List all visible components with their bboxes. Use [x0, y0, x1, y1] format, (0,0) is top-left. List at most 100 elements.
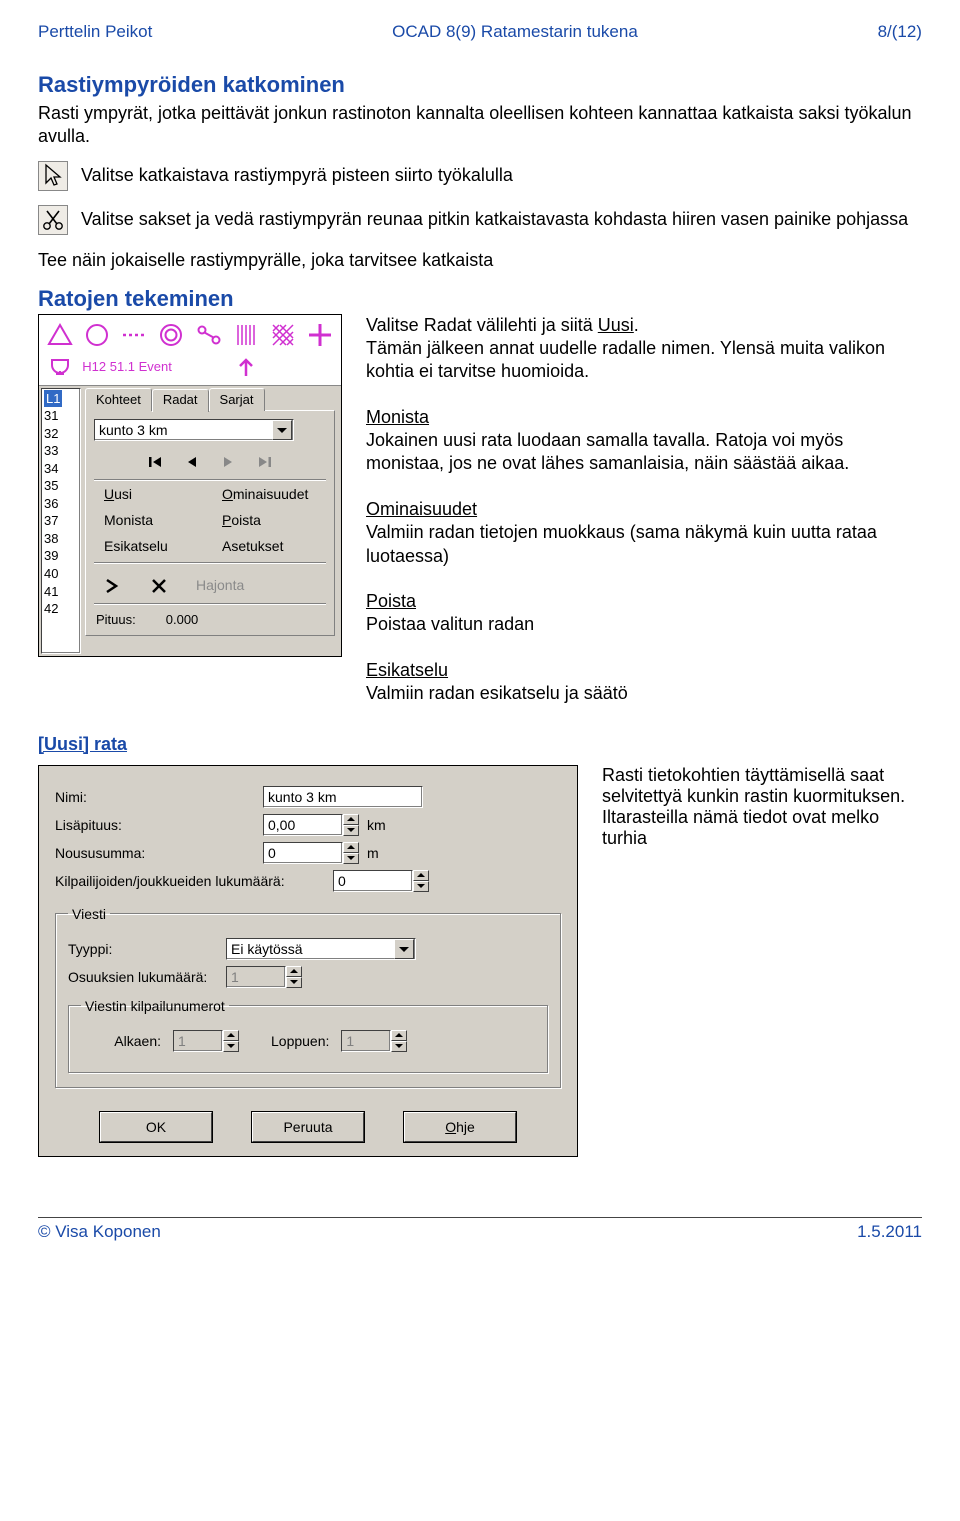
combo-dropdown-button[interactable] [394, 939, 414, 959]
list-item[interactable]: 31 [44, 407, 80, 425]
spin-down-icon[interactable] [343, 853, 359, 864]
label-loppuen: Loppuen: [271, 1033, 329, 1049]
section1-title: Rastiympyröiden katkominen [38, 72, 922, 98]
spin-up-icon [223, 1030, 239, 1041]
tab-radat[interactable]: Radat [152, 389, 209, 412]
last-icon[interactable] [257, 455, 271, 469]
viesti-group: Viesti Tyyppi: Ei käytössä Osuuksien luk… [55, 906, 561, 1088]
tab-kohteet[interactable]: Kohteet [85, 388, 152, 411]
spin-down-icon[interactable] [343, 825, 359, 836]
list-item[interactable]: 37 [44, 512, 80, 530]
new-course-dialog: Nimi: kunto 3 km Lisäpituus: 0,00 km Nou… [38, 765, 578, 1157]
footer-right: 1.5.2011 [857, 1222, 922, 1242]
label-lisapituus: Lisäpituus: [55, 817, 255, 833]
page-header: Perttelin Peikot OCAD 8(9) Ratamestarin … [38, 22, 922, 42]
list-item[interactable]: 32 [44, 425, 80, 443]
list-item[interactable]: 38 [44, 530, 80, 548]
menu-monista[interactable]: Monista [104, 512, 198, 528]
input-nousu[interactable]: 0 [263, 842, 359, 864]
symbol-hatch2-icon[interactable] [265, 319, 302, 351]
tab-sarjat[interactable]: Sarjat [209, 388, 265, 411]
kilpailunumerot-group: Viestin kilpailunumerot Alkaen: 1 Loppue… [68, 998, 548, 1073]
list-item[interactable]: 34 [44, 460, 80, 478]
uusi-rata-title: [Uusi] rata [38, 734, 922, 755]
list-item[interactable]: 40 [44, 565, 80, 583]
kilpailunumerot-legend: Viestin kilpailunumerot [81, 998, 229, 1014]
course-panel: H12 51.1 Event L1 31 32 33 34 35 36 37 3… [38, 314, 342, 657]
footer-left: © Visa Koponen [38, 1222, 161, 1242]
combo-value: kunto 3 km [99, 422, 167, 438]
desc-ominaisuudet: Ominaisuudet Valmiin radan tietojen muok… [366, 498, 922, 568]
symbol-triangle-icon[interactable] [41, 319, 78, 351]
spin-up-icon[interactable] [343, 814, 359, 825]
desc-esikatselu: Esikatselu Valmiin radan esikatselu ja s… [366, 659, 922, 706]
symbol-hatch1-icon[interactable] [227, 319, 264, 351]
spin-down-icon[interactable] [413, 881, 429, 892]
uusi-rata-note: Rasti tietokohtien täyttämisellä saat se… [602, 759, 922, 849]
viesti-legend: Viesti [68, 906, 110, 922]
menu-grid: Uusi Ominaisuudet Monista Poista Esikats… [104, 486, 316, 554]
length-label: Pituus: [96, 612, 136, 627]
spin-up-icon[interactable] [413, 870, 429, 881]
pointer-tool-icon [38, 161, 68, 191]
combo-dropdown-button[interactable] [272, 420, 292, 440]
header-left: Perttelin Peikot [38, 22, 152, 42]
spin-up-icon[interactable] [343, 842, 359, 853]
menu-esikatselu[interactable]: Esikatselu [104, 538, 198, 554]
input-alkaen: 1 [173, 1030, 239, 1052]
symbol-route-icon[interactable] [190, 319, 227, 351]
next-icon[interactable] [221, 455, 235, 469]
symbol-circle-icon[interactable] [78, 319, 115, 351]
unit-m: m [367, 845, 379, 861]
desc-intro: Valitse Radat välilehti ja siitä Uusi. T… [366, 314, 922, 384]
next-arrow-icon[interactable] [104, 577, 122, 595]
menu-uusi[interactable]: Uusi [104, 486, 198, 502]
menu-asetukset[interactable]: Asetukset [222, 538, 316, 554]
prev-icon[interactable] [185, 455, 199, 469]
spin-up-icon [286, 966, 302, 977]
list-item[interactable]: 35 [44, 477, 80, 495]
symbol-arrow-up-icon[interactable] [227, 351, 264, 383]
length-value: 0.000 [166, 612, 199, 627]
items-listbox[interactable]: L1 31 32 33 34 35 36 37 38 39 40 41 42 [41, 388, 81, 654]
input-loppuen: 1 [341, 1030, 407, 1052]
label-osuudet: Osuuksien lukumäärä: [68, 969, 218, 985]
input-kilp[interactable]: 0 [333, 870, 429, 892]
symbol-text-icon[interactable]: H12 51.1 Event [78, 351, 227, 383]
input-nimi[interactable]: kunto 3 km [263, 786, 423, 808]
symbol-cup-icon[interactable] [41, 351, 78, 383]
label-alkaen: Alkaen: [81, 1033, 161, 1049]
section1-p3: Tee näin jokaiselle rastiympyrälle, joka… [38, 249, 922, 272]
label-tyyppi: Tyyppi: [68, 941, 218, 957]
cancel-button[interactable]: Peruuta [252, 1112, 364, 1142]
first-icon[interactable] [149, 455, 163, 469]
list-item[interactable]: 33 [44, 442, 80, 460]
ok-button[interactable]: OK [100, 1112, 212, 1142]
menu-ominaisuudet[interactable]: Ominaisuudet [222, 486, 316, 502]
menu-poista[interactable]: Poista [222, 512, 316, 528]
spin-down-icon [223, 1041, 239, 1052]
cross-icon[interactable] [150, 577, 168, 595]
symbol-cross-icon[interactable] [302, 319, 339, 351]
combo-tyyppi[interactable]: Ei käytössä [226, 938, 416, 960]
symbol-double-circle-icon[interactable] [153, 319, 190, 351]
help-button[interactable]: Ohje [404, 1112, 516, 1142]
list-item[interactable]: 36 [44, 495, 80, 513]
label-kilpailijat: Kilpailijoiden/joukkueiden lukumäärä: [55, 873, 325, 889]
listbox-selected: L1 [44, 390, 62, 408]
symbol-line-dashed-icon[interactable] [116, 319, 153, 351]
section1-intro: Rasti ympyrät, jotka peittävät jonkun ra… [38, 102, 922, 147]
unit-km: km [367, 817, 386, 833]
list-item[interactable]: 42 [44, 600, 80, 618]
spin-down-icon [286, 977, 302, 988]
spin-down-icon [391, 1041, 407, 1052]
list-item[interactable]: 39 [44, 547, 80, 565]
spin-up-icon [391, 1030, 407, 1041]
play-controls [94, 455, 326, 469]
list-item[interactable]: 41 [44, 583, 80, 601]
input-osuudet: 1 [226, 966, 302, 988]
input-lisapituus[interactable]: 0,00 [263, 814, 359, 836]
course-combo[interactable]: kunto 3 km [94, 419, 294, 441]
page-footer: © Visa Koponen 1.5.2011 [38, 1217, 922, 1242]
desc-monista: Monista Jokainen uusi rata luodaan samal… [366, 406, 922, 476]
